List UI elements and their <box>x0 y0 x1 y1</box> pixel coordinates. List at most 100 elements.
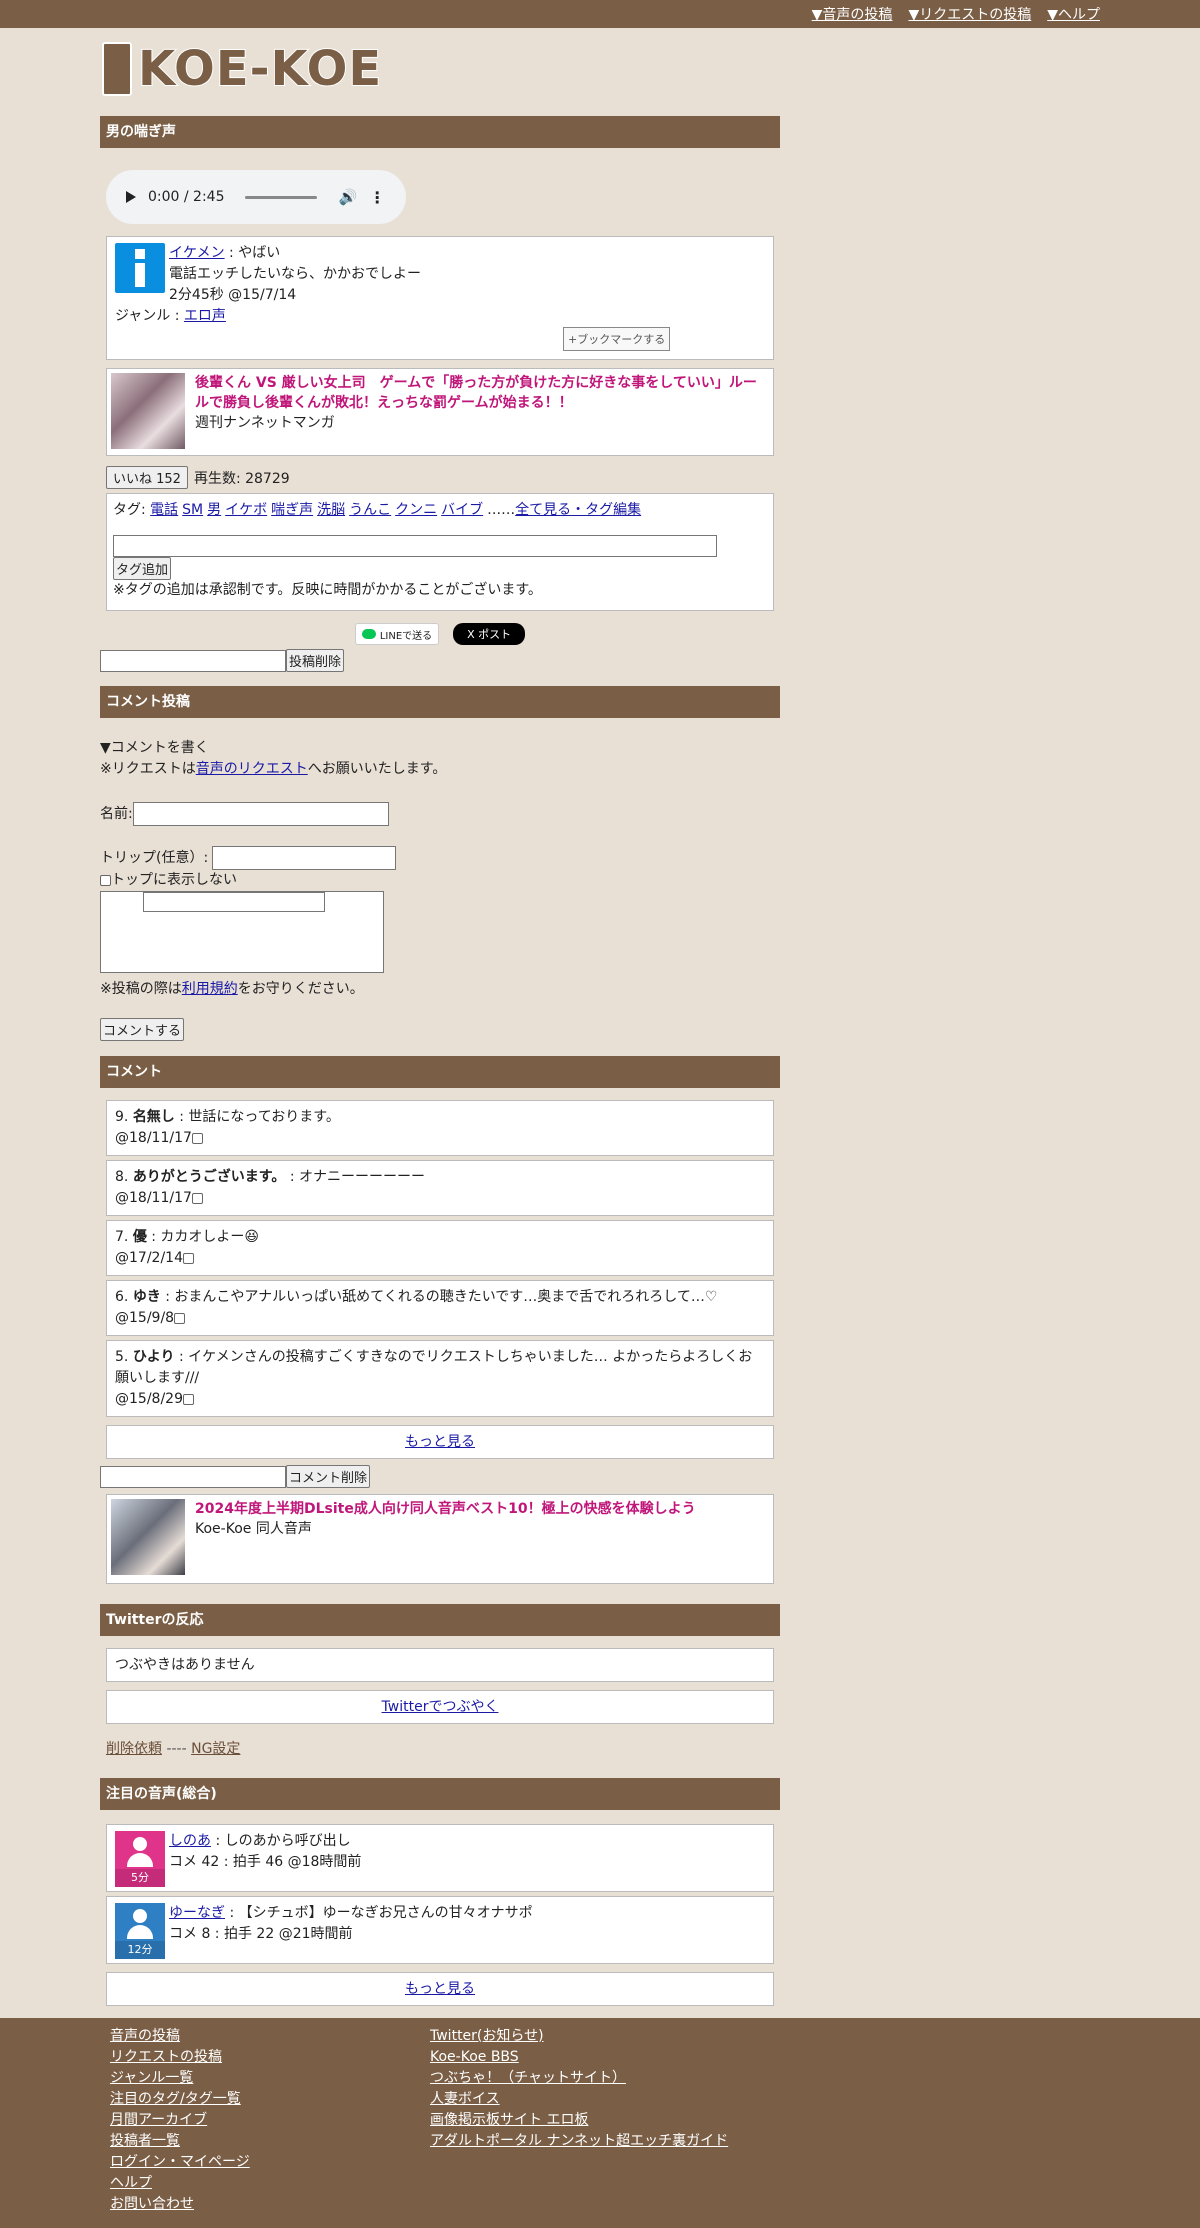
avatar[interactable]: 5分 <box>115 1831 165 1887</box>
audio-player[interactable]: 0:00 / 2:45 🔊 ⋮ <box>106 170 406 224</box>
attention-more-link[interactable]: もっと見る <box>405 1981 475 1997</box>
comment-select-checkbox[interactable] <box>174 1312 186 1324</box>
footer-link[interactable]: お問い合わせ <box>110 2194 270 2215</box>
footer-link[interactable]: 音声の投稿 <box>110 2026 270 2047</box>
ad-banner-1[interactable]: 後輩くん VS 厳しい女上司 ゲームで「勝った方が負けた方に好きな事をしていい」… <box>106 368 774 456</box>
footer-link[interactable]: リクエストの投稿 <box>110 2047 270 2068</box>
tag-link[interactable]: 男 <box>207 502 221 518</box>
see-all-tags-link[interactable]: 全て見る・タグ編集 <box>515 502 641 518</box>
attention-user-link[interactable]: ゆーなぎ <box>169 1905 225 1921</box>
ad-title[interactable]: 2024年度上半期DLsite成人向け同人音声ベスト10！極上の快感を体験しよう <box>195 1499 696 1519</box>
comment-item: 6. ゆき : おまんこやアナルいっぱい舐めてくれるの聴きたいです…奥まで舌でれ… <box>106 1280 774 1336</box>
ad-banner-2[interactable]: 2024年度上半期DLsite成人向け同人音声ベスト10！極上の快感を体験しよう… <box>106 1494 774 1584</box>
tweet-box: Twitterでつぶやく <box>106 1690 774 1724</box>
tweet-link[interactable]: Twitterでつぶやく <box>382 1699 499 1715</box>
bookmark-button[interactable]: +ブックマークする <box>563 327 671 351</box>
footer-link[interactable]: Twitter(お知らせ) <box>430 2026 728 2047</box>
tag-link[interactable]: イケボ <box>225 502 267 518</box>
nav-help[interactable]: ▼ヘルプ <box>1047 4 1100 24</box>
volume-icon[interactable]: 🔊 <box>339 188 358 206</box>
footer-link[interactable]: 画像掲示板サイト エロ板 <box>430 2110 728 2131</box>
footer-link[interactable]: 投稿者一覧 <box>110 2131 270 2152</box>
comment-textarea[interactable] <box>100 891 384 973</box>
comment-select-checkbox[interactable] <box>182 1252 194 1264</box>
play-icon[interactable] <box>126 191 136 203</box>
avatar[interactable]: 12分 <box>115 1903 165 1959</box>
comment-form: ▼コメントを書く ※リクエストは音声のリクエストへお願いいたします。 名前: ト… <box>100 718 780 1042</box>
attention-title: : しのあから呼び出し <box>211 1833 351 1849</box>
comment-select-checkbox[interactable] <box>191 1192 203 1204</box>
footer-link[interactable]: ジャンル一覧 <box>110 2068 270 2089</box>
footer-link[interactable]: 人妻ボイス <box>430 2089 728 2110</box>
x-post-button[interactable]: X ポスト <box>453 623 526 645</box>
nav-post-request[interactable]: ▼リクエストの投稿 <box>908 4 1031 24</box>
delete-post-key-input[interactable] <box>100 649 286 672</box>
footer-link[interactable]: つぶちゃ！（チャットサイト） <box>430 2068 728 2089</box>
ad-title[interactable]: 後輩くん VS 厳しい女上司 ゲームで「勝った方が負けた方に好きな事をしていい」… <box>195 373 769 413</box>
tag-link[interactable]: クンニ <box>395 502 437 518</box>
tag-link[interactable]: 洗脳 <box>317 502 345 518</box>
comment-date: @18/11/17 <box>115 1130 192 1146</box>
genre-link[interactable]: エロ声 <box>184 308 226 324</box>
delete-comment-key-input[interactable] <box>100 1465 286 1488</box>
request-link[interactable]: 音声のリクエスト <box>196 761 308 777</box>
comment-author: 優 <box>132 1229 147 1245</box>
comment-item: 8. ありがとうございます。 : オナニーーーーーー @18/11/17 <box>106 1160 774 1216</box>
nav-post-voice[interactable]: ▼音声の投稿 <box>812 4 893 24</box>
comment-select-checkbox[interactable] <box>191 1132 203 1144</box>
tag-link[interactable]: うんこ <box>349 502 391 518</box>
attention-user-link[interactable]: しのあ <box>169 1833 211 1849</box>
tag-link[interactable]: 電話 <box>150 502 178 518</box>
tag-link[interactable]: SM <box>182 502 203 518</box>
ng-settings-link[interactable]: NG設定 <box>191 1741 240 1757</box>
comment-select-checkbox[interactable] <box>182 1393 194 1405</box>
footer-link[interactable]: 月間アーカイブ <box>110 2110 270 2131</box>
tag-link[interactable]: バイブ <box>441 502 483 518</box>
poster-link[interactable]: イケメン <box>169 245 225 261</box>
duration-badge: 12分 <box>115 1941 165 1959</box>
more-options-icon[interactable]: ⋮ <box>369 188 385 207</box>
comment-number: 6. <box>115 1289 129 1305</box>
like-button[interactable]: いいね 152 <box>106 466 188 489</box>
ad-thumbnail[interactable] <box>111 1499 185 1575</box>
comment-item: 9. 名無し : 世話になっております。 @18/11/17 <box>106 1100 774 1156</box>
tag-link[interactable]: 喘ぎ声 <box>271 502 313 518</box>
audio-time: 0:00 / 2:45 <box>148 189 225 205</box>
tag-input[interactable] <box>113 535 717 557</box>
hide-top-label: トップに表示しない <box>111 872 237 888</box>
comment-subfield[interactable] <box>143 892 325 912</box>
site-logo[interactable]: KOE-KOE <box>100 28 780 110</box>
terms-link[interactable]: 利用規約 <box>182 981 238 997</box>
delete-post-button[interactable]: 投稿削除 <box>286 649 345 672</box>
submit-comment-button[interactable]: コメントする <box>100 1018 185 1041</box>
logo-mark-icon <box>102 42 132 96</box>
comment-author: 名無し <box>132 1109 175 1125</box>
comments-more: もっと見る <box>106 1425 774 1459</box>
footer-link[interactable]: 注目のタグ/タグ一覧 <box>110 2089 270 2110</box>
voice-section-header: 男の喘ぎ声 <box>100 116 780 148</box>
comments-more-link[interactable]: もっと見る <box>405 1434 475 1450</box>
comment-text: : オナニーーーーーー <box>285 1169 426 1185</box>
comment-author: ひより <box>132 1349 175 1365</box>
footer-link[interactable]: ヘルプ <box>110 2173 270 2194</box>
delete-request-link[interactable]: 削除依頼 <box>106 1741 162 1757</box>
delete-comment-button[interactable]: コメント削除 <box>286 1465 371 1488</box>
name-input[interactable] <box>132 802 389 826</box>
logo-text: KOE-KOE <box>137 40 383 98</box>
footer-link[interactable]: ログイン・マイページ <box>110 2152 270 2173</box>
attention-item[interactable]: 12分 ゆーなぎ : 【シチュボ】ゆーなぎお兄さんの甘々オナサポ コメ 8 : … <box>106 1896 774 1964</box>
comment-item: 7. 優 : カカオしよー😆 @17/2/14 <box>106 1220 774 1276</box>
footer-link[interactable]: Koe-Koe BBS <box>430 2047 728 2068</box>
add-tag-button[interactable]: タグ追加 <box>113 557 172 580</box>
attention-item[interactable]: 5分 しのあ : しのあから呼び出し コメ 42 : 拍手 46 @18時間前 <box>106 1824 774 1892</box>
hide-top-checkbox[interactable] <box>100 875 111 886</box>
audio-progress-slider[interactable] <box>244 195 317 199</box>
attention-meta: コメ 8 : 拍手 22 @21時間前 <box>169 1926 353 1942</box>
trip-input[interactable] <box>212 846 397 870</box>
line-share-button[interactable]: LINEで送る <box>354 623 440 645</box>
rules-note-pre: ※投稿の際は <box>100 981 182 997</box>
tags-label: タグ: <box>113 502 151 518</box>
ad-thumbnail[interactable] <box>111 373 185 449</box>
attention-more: もっと見る <box>106 1972 774 2006</box>
footer-link[interactable]: アダルトポータル ナンネット超エッチ裏ガイド <box>430 2131 728 2152</box>
